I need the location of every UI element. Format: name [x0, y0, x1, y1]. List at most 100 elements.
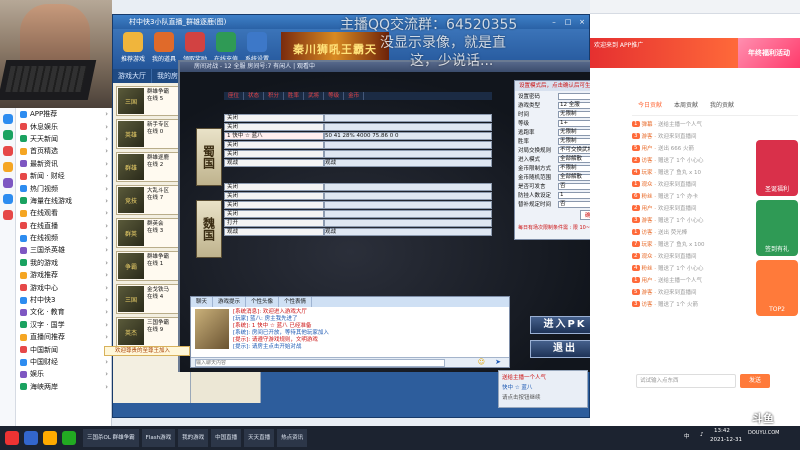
browser-nav-item[interactable]: 海峡两岸 ›: [16, 381, 111, 393]
seat-name[interactable]: 关闭: [224, 183, 324, 191]
seat-row[interactable]: 关闭: [224, 150, 492, 158]
seat-row[interactable]: 关闭: [224, 114, 492, 122]
close-icon[interactable]: ×: [575, 18, 589, 26]
browser-icon[interactable]: [3, 194, 13, 204]
seat-row[interactable]: 观战 观战: [224, 159, 492, 167]
feed-username[interactable]: 观众 ·: [642, 180, 657, 188]
holiday-banner[interactable]: 年终福利活动: [738, 38, 800, 68]
launcher-tool-button[interactable]: 在线充值: [212, 32, 240, 63]
browser-icon[interactable]: [3, 178, 13, 188]
browser-icon[interactable]: [3, 146, 13, 156]
chat-tab[interactable]: 个性表情: [279, 297, 313, 307]
feed-username[interactable]: 粉丝 ·: [642, 192, 657, 200]
chat-input[interactable]: [195, 359, 445, 367]
launcher-tab[interactable]: 游戏大厅: [113, 69, 152, 83]
browser-nav-item[interactable]: 游戏推荐 ›: [16, 269, 111, 281]
browser-icon[interactable]: [3, 130, 13, 140]
seat-name[interactable]: 关闭: [224, 141, 324, 149]
qq-taskbar-icon[interactable]: [62, 431, 76, 445]
browser-icon[interactable]: [3, 114, 13, 124]
seat-row[interactable]: 关闭: [224, 210, 492, 218]
maximize-icon[interactable]: □: [561, 18, 575, 26]
seat-name[interactable]: 关闭: [224, 114, 324, 122]
feed-username[interactable]: 玩家 ·: [642, 168, 657, 176]
taskbar-window-button[interactable]: 天天直播: [244, 429, 275, 447]
browser-nav-item[interactable]: 热门视频 ›: [16, 182, 111, 194]
browser-nav-item[interactable]: 三国杀英雄 ›: [16, 244, 111, 256]
feed-username[interactable]: 访客 ·: [642, 300, 657, 308]
side-ad-card[interactable]: 签到有礼: [756, 200, 798, 256]
seat-name[interactable]: 1 快中 ☆ 蓝八: [224, 132, 324, 140]
chat-input-bar[interactable]: ☺ ➤: [191, 357, 509, 367]
taskbar-window-button[interactable]: 中国直播: [211, 429, 242, 447]
send-icon[interactable]: ➤: [495, 358, 501, 366]
browser-nav-item[interactable]: 直播间推荐 ›: [16, 331, 111, 343]
browser-nav-item[interactable]: 首页精选 ›: [16, 145, 111, 157]
launcher-tool-button[interactable]: 我的道具: [150, 32, 178, 63]
seat-name[interactable]: 关闭: [224, 201, 324, 209]
contribution-tab[interactable]: 今日贡献: [632, 92, 668, 109]
browser-nav-item[interactable]: 最新资讯 ›: [16, 158, 111, 170]
contribution-tab[interactable]: 本周贡献: [668, 92, 704, 109]
seat-name[interactable]: 关闭: [224, 210, 324, 218]
chat-tab[interactable]: 聊天: [191, 297, 214, 307]
danmaku-input[interactable]: 试试输入点东西: [636, 374, 736, 388]
feed-username[interactable]: 用户 ·: [642, 144, 657, 152]
browser-nav-item[interactable]: 海量在线游戏 ›: [16, 195, 111, 207]
feed-username[interactable]: 粉丝 ·: [642, 264, 657, 272]
feed-username[interactable]: 访客 ·: [642, 156, 657, 164]
feed-username[interactable]: 访客 ·: [642, 228, 657, 236]
contribution-tab[interactable]: 我的贡献: [704, 92, 740, 109]
feed-username[interactable]: 游客 ·: [642, 216, 657, 224]
seat-name[interactable]: 关闭: [224, 192, 324, 200]
browser-nav-item[interactable]: 中国新闻›: [16, 343, 111, 355]
chat-tab[interactable]: 游戏提示: [213, 297, 247, 307]
launcher-tool-button[interactable]: 领取奖励: [181, 32, 209, 63]
taskbar-window-button[interactable]: 三国杀OL 群雄争霸: [83, 429, 139, 447]
feed-username[interactable]: 游客 ·: [642, 132, 657, 140]
seat-name[interactable]: 关闭: [224, 123, 324, 131]
seat-name[interactable]: 打开: [224, 219, 324, 227]
side-ad-card[interactable]: TOP2: [756, 260, 798, 316]
feed-username[interactable]: 观众 ·: [642, 252, 657, 260]
side-ad-card[interactable]: 圣诞福利: [756, 140, 798, 196]
taskbar-window-button[interactable]: 热点资讯: [277, 429, 308, 447]
seat-row[interactable]: 1 快中 ☆ 蓝八 50 41 28% 4000 75.86 0 0: [224, 132, 492, 140]
launcher-tool-button[interactable]: 推荐游戏: [119, 32, 147, 63]
input-language-indicator[interactable]: 中: [684, 432, 690, 440]
browser-nav-item[interactable]: APP推荐 ›: [16, 108, 111, 120]
app-promo-strip[interactable]: 欢迎来到 APP推广: [590, 38, 740, 68]
seat-row[interactable]: 观战 观战: [224, 228, 492, 236]
feed-username[interactable]: 弹幕 ·: [642, 120, 657, 128]
chat-tab[interactable]: 个性头像: [246, 297, 280, 307]
browser-nav-item[interactable]: 娱乐 ›: [16, 368, 111, 380]
taskbar-window-button[interactable]: 我的游戏: [178, 429, 209, 447]
taskbar-window-button[interactable]: Flash游戏: [141, 429, 176, 447]
start-menu-icon[interactable]: [5, 431, 19, 445]
seat-row[interactable]: 关闭: [224, 201, 492, 209]
send-danmaku-button[interactable]: 发送: [740, 374, 770, 388]
browser-nav-item[interactable]: 我的游戏 ›: [16, 257, 111, 269]
browser-taskbar-icon[interactable]: [24, 431, 38, 445]
emoji-icon[interactable]: ☺: [478, 358, 485, 366]
seat-row[interactable]: 关闭: [224, 123, 492, 131]
minimize-icon[interactable]: –: [547, 18, 561, 26]
seat-name[interactable]: 观战: [224, 228, 324, 236]
feed-username[interactable]: 用户 ·: [642, 276, 657, 284]
seat-name[interactable]: 关闭: [224, 150, 324, 158]
browser-nav-item[interactable]: 在线视频 ›: [16, 232, 111, 244]
browser-nav-item[interactable]: 文化 · 教育 ›: [16, 306, 111, 318]
browser-nav-item[interactable]: 休息娱乐 ›: [16, 120, 111, 132]
browser-nav-item[interactable]: 在线观看 ›: [16, 207, 111, 219]
browser-nav-item[interactable]: 在线直播 ›: [16, 220, 111, 232]
seat-row[interactable]: 关闭: [224, 192, 492, 200]
clock-time[interactable]: 13:42: [714, 428, 730, 434]
seat-row[interactable]: 打开: [224, 219, 492, 227]
feed-username[interactable]: 玩家 ·: [642, 240, 657, 248]
feed-username[interactable]: 游客 ·: [642, 288, 657, 296]
browser-nav-item[interactable]: 汉字 · 国学 ›: [16, 319, 111, 331]
browser-nav-item[interactable]: 新闻 · 财经 ›: [16, 170, 111, 182]
browser-nav-item[interactable]: 中国财经 ›: [16, 356, 111, 368]
feed-username[interactable]: 用户 ·: [642, 204, 657, 212]
launcher-tool-button[interactable]: 系统设置: [243, 32, 271, 63]
